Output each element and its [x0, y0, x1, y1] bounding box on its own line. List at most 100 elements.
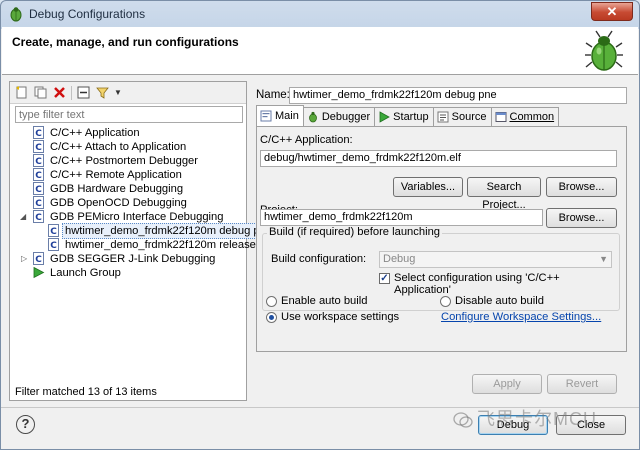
apply-button[interactable]: Apply — [472, 374, 542, 394]
configuration-name-input[interactable]: hwtimer_demo_frdmk22f120m debug pne — [289, 87, 627, 104]
filter-status-text: Filter matched 13 of 13 items — [15, 386, 157, 398]
build-configuration-value: Debug — [383, 253, 416, 265]
c-file-icon: C — [48, 224, 59, 237]
variables-button[interactable]: Variables... — [393, 177, 463, 197]
build-group-title: Build (if required) before launching — [267, 226, 443, 238]
main-tab-content: C/C++ Application: debug/hwtimer_demo_fr… — [256, 126, 627, 352]
filter-configurations-icon[interactable] — [95, 85, 110, 100]
tab-startup[interactable]: Startup — [374, 107, 434, 126]
revert-button[interactable]: Revert — [547, 374, 617, 394]
wechat-logo-icon — [453, 412, 473, 428]
select-configuration-label: Select configuration using 'C/C++ Applic… — [394, 272, 560, 296]
application-label: C/C++ Application: — [260, 134, 353, 146]
tree-item-label: GDB OpenOCD Debugging — [50, 197, 187, 209]
svg-text:C: C — [35, 213, 42, 223]
tree-item-label: GDB PEMicro Interface Debugging — [50, 211, 224, 223]
tab-common[interactable]: Common — [490, 107, 560, 126]
c-file-icon: C — [33, 154, 44, 167]
duplicate-configuration-icon[interactable] — [33, 85, 48, 100]
tab-label: Startup — [393, 111, 429, 123]
tree-item-label: hwtimer_demo_frdmk22f120m release pne — [65, 239, 278, 251]
header-banner: Create, manage, and run configurations — [2, 27, 638, 75]
configuration-tree: C C/C++ Application C C/C++ Attach to Ap… — [10, 126, 278, 280]
tree-item[interactable]: ◢ C GDB PEMicro Interface Debugging — [10, 210, 246, 224]
browse-project-button[interactable]: Browse... — [546, 208, 617, 228]
left-toolbar: ▼ — [10, 82, 246, 104]
build-configuration-select[interactable]: Debug ▼ — [379, 251, 612, 268]
tree-item[interactable]: ▷ C GDB SEGGER J-Link Debugging — [10, 252, 246, 266]
common-tab-icon — [495, 112, 506, 122]
tree-item[interactable]: Launch Group — [10, 266, 246, 280]
filter-input[interactable] — [15, 106, 243, 123]
disable-auto-build-label: Disable auto build — [455, 295, 544, 307]
disable-auto-build-radio[interactable] — [440, 296, 451, 307]
enable-auto-build-radio[interactable] — [266, 296, 277, 307]
c-file-icon: C — [33, 126, 44, 139]
window-close-button[interactable]: ✕ — [591, 2, 633, 21]
tree-item[interactable]: C GDB OpenOCD Debugging — [10, 196, 246, 210]
svg-text:C: C — [35, 185, 42, 195]
help-icon[interactable]: ? — [16, 415, 35, 434]
debug-configurations-window: Debug Configurations ✕ Create, manage, a… — [0, 0, 640, 450]
tab-label: Debugger — [321, 111, 371, 123]
svg-text:C: C — [35, 255, 42, 265]
tab-main[interactable]: Main — [256, 105, 304, 126]
title-bar: Debug Configurations ✕ — [1, 1, 639, 27]
tree-item-label: C/C++ Remote Application — [50, 169, 182, 181]
configuration-tabs: Main Debugger Startup Source Common — [256, 105, 560, 127]
launch-group-icon — [33, 266, 45, 279]
search-project-button[interactable]: Search Project... — [467, 177, 541, 211]
configure-workspace-settings-link[interactable]: Configure Workspace Settings... — [441, 311, 601, 323]
c-file-icon: C — [33, 196, 44, 209]
tree-item-label: C/C++ Attach to Application — [50, 141, 187, 153]
browse-application-button[interactable]: Browse... — [546, 177, 617, 197]
collapsed-triangle-icon[interactable]: ▷ — [21, 255, 29, 263]
svg-text:C: C — [35, 199, 42, 209]
filter-menu-chevron-down-icon[interactable]: ▼ — [114, 88, 122, 97]
tree-item-label: hwtimer_demo_frdmk22f120m debug pne — [62, 223, 276, 239]
delete-configuration-icon[interactable] — [52, 85, 67, 100]
svg-text:C: C — [50, 241, 57, 251]
main-tab-icon — [260, 110, 272, 122]
use-workspace-settings-label: Use workspace settings — [281, 311, 400, 323]
debug-bug-app-icon — [10, 7, 22, 22]
tree-item-label: GDB Hardware Debugging — [50, 183, 184, 195]
tree-item[interactable]: C C/C++ Application — [10, 126, 246, 140]
collapse-all-icon[interactable] — [76, 85, 91, 100]
tab-label: Source — [451, 111, 487, 123]
tab-label: Common — [509, 111, 555, 123]
banner-title: Create, manage, and run configurations — [12, 35, 239, 49]
debugger-tab-icon — [308, 111, 317, 123]
svg-text:C: C — [35, 143, 42, 153]
tab-debugger[interactable]: Debugger — [302, 107, 376, 126]
tree-item-label: Launch Group — [50, 267, 121, 279]
project-input[interactable]: hwtimer_demo_frdmk22f120m — [260, 209, 543, 226]
application-path-input[interactable]: debug/hwtimer_demo_frdmk22f120m.elf — [260, 150, 617, 167]
select-configuration-checkbox[interactable]: ✓ — [379, 273, 390, 284]
c-file-icon: C — [33, 182, 44, 195]
c-file-icon: C — [33, 210, 44, 223]
svg-text:C: C — [35, 129, 42, 139]
tree-item[interactable]: C C/C++ Attach to Application — [10, 140, 246, 154]
watermark-text: 飞思卡尔MCU — [477, 409, 597, 429]
tab-label: Main — [275, 110, 299, 122]
tree-item-selected[interactable]: C hwtimer_demo_frdmk22f120m debug pne — [10, 223, 276, 239]
configuration-editor-panel: Name: hwtimer_demo_frdmk22f120m debug pn… — [251, 81, 633, 401]
build-configuration-label: Build configuration: — [271, 253, 367, 265]
new-configuration-icon[interactable] — [14, 85, 29, 100]
c-file-icon: C — [33, 168, 44, 181]
enable-auto-build-label: Enable auto build — [281, 295, 368, 307]
chevron-down-icon: ▼ — [599, 254, 608, 264]
window-title: Debug Configurations — [29, 7, 146, 21]
tree-item-label: C/C++ Postmortem Debugger — [50, 155, 198, 167]
tree-item[interactable]: C GDB Hardware Debugging — [10, 182, 246, 196]
use-workspace-settings-radio[interactable] — [266, 312, 277, 323]
expanded-triangle-icon[interactable]: ◢ — [20, 213, 28, 221]
c-file-icon: C — [48, 238, 59, 251]
tree-item[interactable]: C C/C++ Remote Application — [10, 168, 246, 182]
svg-text:C: C — [35, 157, 42, 167]
tree-item[interactable]: C hwtimer_demo_frdmk22f120m release pne — [10, 238, 278, 252]
tree-item[interactable]: C C/C++ Postmortem Debugger — [10, 154, 246, 168]
tab-source[interactable]: Source — [432, 107, 492, 126]
c-file-icon: C — [33, 140, 44, 153]
